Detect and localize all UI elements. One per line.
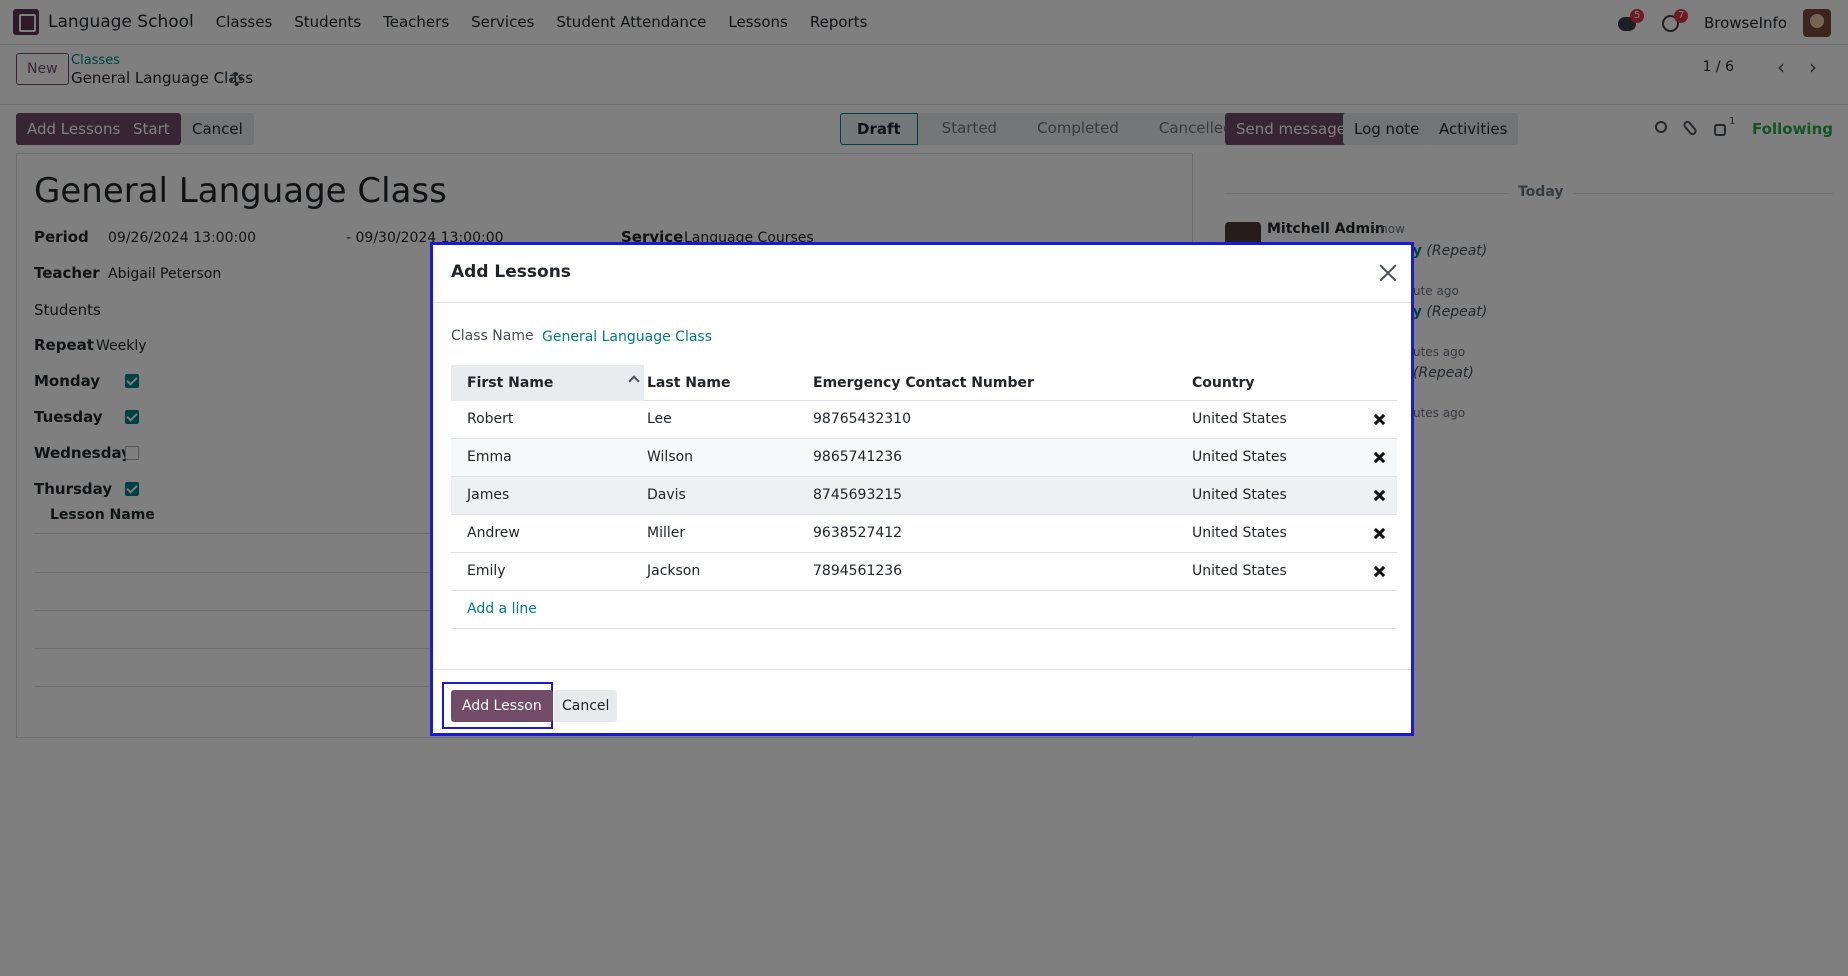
- cell-first-name[interactable]: Emily: [467, 563, 506, 579]
- table-row[interactable]: Emily Jackson 7894561236 United States: [451, 553, 1397, 591]
- class-name-value[interactable]: General Language Class: [542, 329, 712, 345]
- cell-first-name[interactable]: Emma: [467, 449, 512, 465]
- close-icon[interactable]: [1377, 262, 1399, 284]
- delete-row-icon[interactable]: [1373, 451, 1387, 465]
- cell-phone[interactable]: 7894561236: [813, 563, 902, 579]
- add-line-link[interactable]: Add a line: [467, 601, 537, 617]
- column-first-name[interactable]: First Name: [467, 375, 553, 391]
- cell-first-name[interactable]: Andrew: [467, 525, 520, 541]
- dialog-header: Add Lessons: [433, 245, 1411, 303]
- table-row[interactable]: Emma Wilson 9865741236 United States: [451, 439, 1397, 477]
- cell-country[interactable]: United States: [1192, 525, 1287, 541]
- cell-phone[interactable]: 9865741236: [813, 449, 902, 465]
- delete-row-icon[interactable]: [1373, 413, 1387, 427]
- cell-phone[interactable]: 9638527412: [813, 525, 902, 541]
- cell-first-name[interactable]: Robert: [467, 411, 513, 427]
- table-row[interactable]: Robert Lee 98765432310 United States: [451, 401, 1397, 439]
- add-line-row: Add a line: [451, 591, 1397, 629]
- cell-last-name[interactable]: Davis: [647, 487, 686, 503]
- cell-country[interactable]: United States: [1192, 563, 1287, 579]
- column-last-name[interactable]: Last Name: [647, 375, 731, 391]
- cell-last-name[interactable]: Wilson: [647, 449, 693, 465]
- add-lessons-dialog: Add Lessons Class Name General Language …: [430, 242, 1414, 736]
- dialog-title: Add Lessons: [451, 262, 571, 282]
- cell-last-name[interactable]: Jackson: [647, 563, 700, 579]
- students-table: First Name Last Name Emergency Contact N…: [451, 365, 1397, 629]
- table-row[interactable]: Andrew Miller 9638527412 United States: [451, 515, 1397, 553]
- cell-phone[interactable]: 98765432310: [813, 411, 911, 427]
- delete-row-icon[interactable]: [1373, 565, 1387, 579]
- cell-country[interactable]: United States: [1192, 411, 1287, 427]
- column-emergency-contact[interactable]: Emergency Contact Number: [813, 375, 1034, 391]
- delete-row-icon[interactable]: [1373, 489, 1387, 503]
- delete-row-icon[interactable]: [1373, 527, 1387, 541]
- add-lesson-button[interactable]: Add Lesson: [451, 690, 553, 722]
- table-header: First Name Last Name Emergency Contact N…: [451, 365, 1397, 401]
- cell-last-name[interactable]: Miller: [647, 525, 685, 541]
- cell-phone[interactable]: 8745693215: [813, 487, 902, 503]
- dialog-footer: Add Lesson Cancel: [433, 669, 1411, 736]
- cell-country[interactable]: United States: [1192, 449, 1287, 465]
- column-country[interactable]: Country: [1192, 375, 1255, 391]
- class-name-label: Class Name: [451, 328, 534, 344]
- cell-first-name[interactable]: James: [467, 487, 509, 503]
- dialog-cancel-button[interactable]: Cancel: [554, 690, 618, 722]
- cell-country[interactable]: United States: [1192, 487, 1287, 503]
- cell-last-name[interactable]: Lee: [647, 411, 672, 427]
- table-row[interactable]: James Davis 8745693215 United States: [451, 477, 1397, 515]
